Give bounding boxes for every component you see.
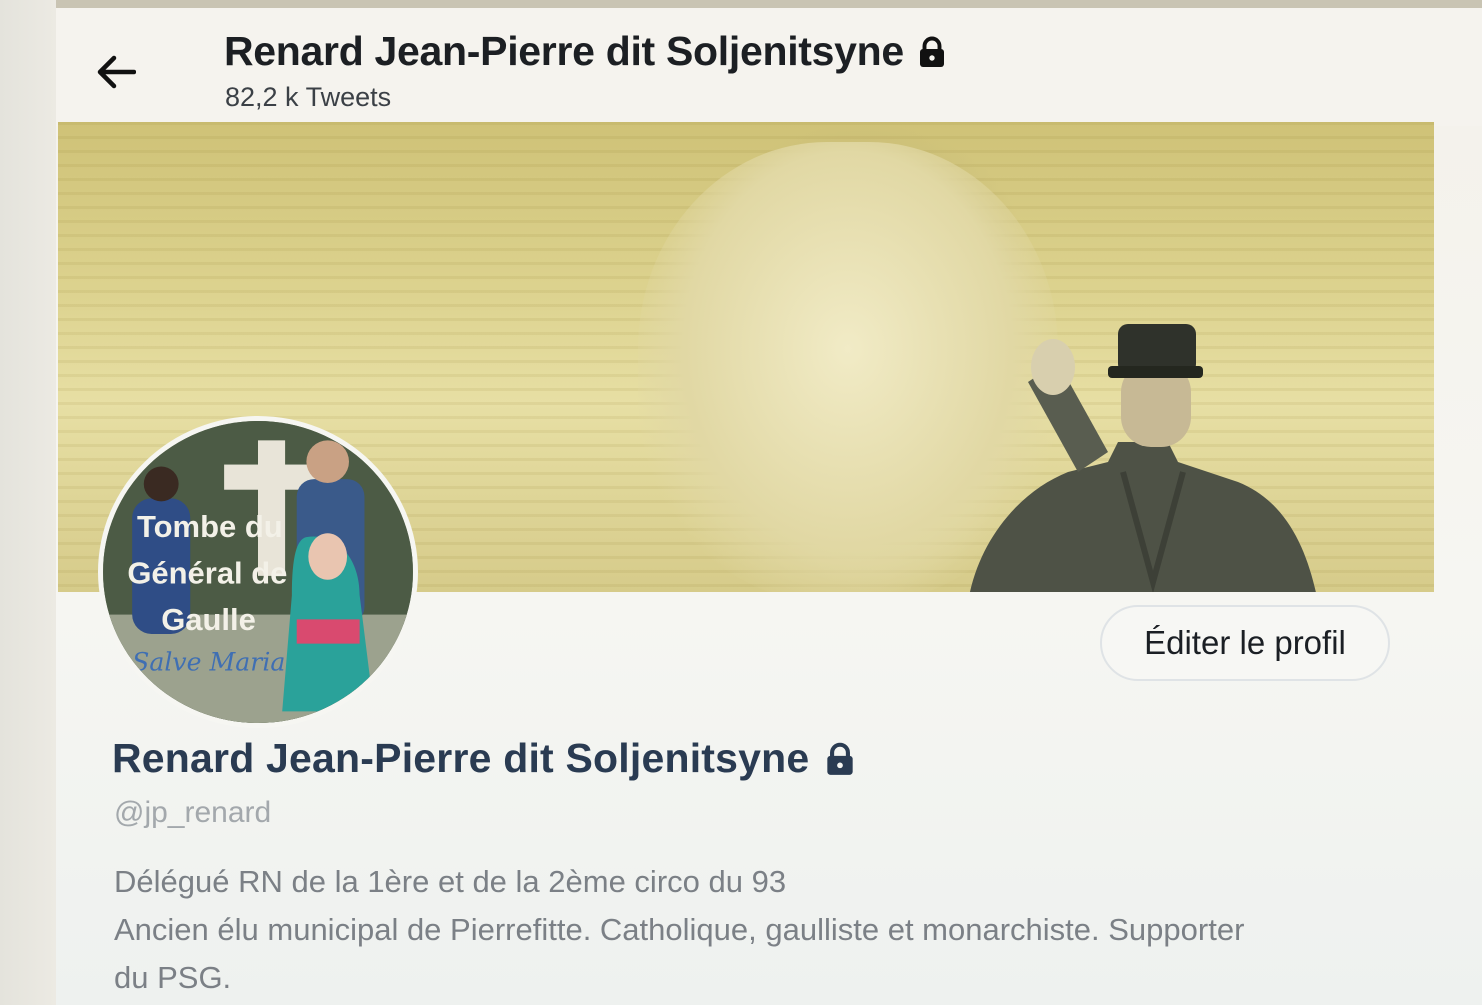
profile-name: Renard Jean-Pierre dit Soljenitsyne	[112, 735, 810, 781]
avatar-script-text: Salve Maria	[132, 648, 285, 677]
header-title: Renard Jean-Pierre dit Soljenitsyne	[224, 28, 904, 74]
avatar-text-3: Gaulle	[161, 602, 256, 637]
screen-top-edge	[0, 0, 1482, 8]
profile-bio: Délégué RN de la 1ère et de la 2ème circ…	[114, 858, 1404, 1002]
left-column	[0, 0, 56, 1005]
bio-line: Délégué RN de la 1ère et de la 2ème circ…	[114, 864, 787, 899]
avatar-text-2: Général de	[127, 556, 287, 591]
saluting-general-figure	[970, 324, 1316, 592]
profile-name-row: Renard Jean-Pierre dit Soljenitsyne	[112, 735, 859, 782]
arrow-left-icon	[97, 55, 136, 89]
avatar-text-1: Tombe du	[137, 509, 283, 544]
profile-avatar[interactable]: Tombe du Général de Gaulle Salve Maria	[98, 416, 418, 728]
protected-lock-icon	[827, 742, 854, 775]
tweet-count: 82,2 k Tweets	[225, 82, 392, 112]
bio-line: Ancien élu municipal de Pierrefitte. Cat…	[114, 912, 1245, 947]
lock-icon	[919, 36, 944, 67]
back-button[interactable]	[92, 48, 140, 96]
edit-profile-button[interactable]: Éditer le profil	[1100, 605, 1390, 681]
bio-line: du PSG.	[114, 960, 232, 995]
header-title-row: Renard Jean-Pierre dit Soljenitsyne	[224, 28, 950, 75]
avatar-photo: Tombe du Général de Gaulle Salve Maria	[103, 421, 413, 723]
profile-handle: @jp_renard	[114, 796, 272, 829]
